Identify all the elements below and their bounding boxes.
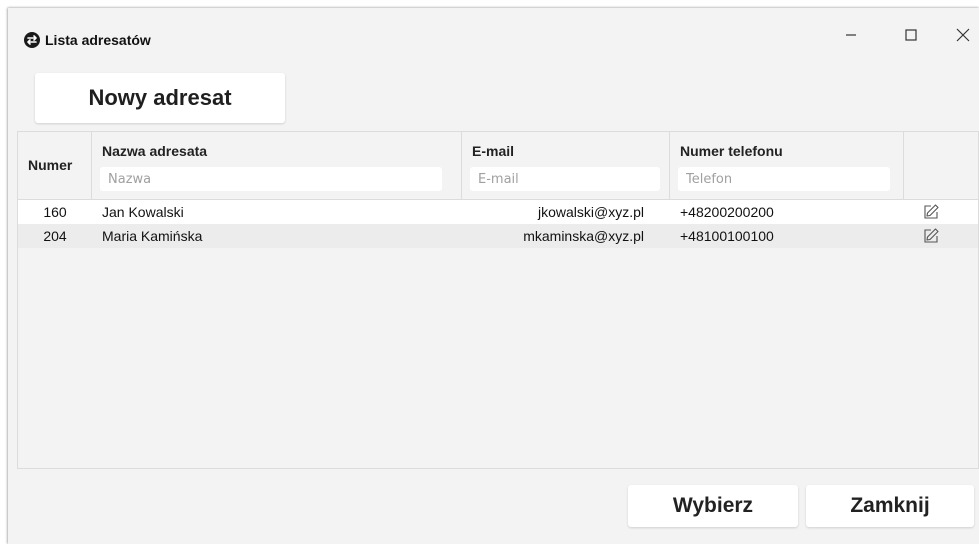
column-header-actions [904, 132, 979, 199]
name-filter-input[interactable] [100, 167, 442, 191]
cell-name: Maria Kamińska [102, 228, 203, 244]
maximize-button[interactable] [888, 20, 934, 50]
table-row[interactable]: 160 Jan Kowalski jkowalski@xyz.pl +48200… [18, 200, 978, 224]
cell-number: 204 [43, 228, 67, 244]
column-label-phone: Numer telefonu [680, 143, 783, 159]
edit-button[interactable] [904, 200, 958, 224]
edit-button[interactable] [904, 224, 958, 248]
minimize-icon [846, 34, 856, 36]
column-label-email: E-mail [472, 143, 515, 159]
table-row[interactable]: 204 Maria Kamińska mkaminska@xyz.pl +481… [18, 224, 978, 248]
title-bar: Lista adresatów [8, 8, 979, 72]
edit-icon [924, 204, 939, 219]
cell-email: mkaminska@xyz.pl [523, 228, 644, 244]
window-title: Lista adresatów [45, 32, 151, 48]
choose-button[interactable]: Wybierz [628, 485, 798, 527]
maximize-icon [905, 29, 917, 41]
cell-number: 160 [43, 204, 67, 220]
new-recipient-button[interactable]: Nowy adresat [35, 73, 285, 123]
address-list-window: Lista adresatów Nowy adresat Numer Nazwa… [8, 8, 979, 544]
swap-arrows-icon [24, 32, 40, 48]
column-header-phone[interactable]: Numer telefonu [670, 132, 904, 199]
minimize-button[interactable] [828, 20, 874, 50]
close-icon [956, 28, 970, 42]
column-header-email[interactable]: E-mail [462, 132, 670, 199]
column-label-name: Nazwa adresata [102, 143, 208, 159]
column-label-number: Numer [28, 157, 73, 173]
close-button[interactable]: Zamknij [806, 485, 974, 527]
cell-name: Jan Kowalski [102, 204, 184, 220]
column-header-name[interactable]: Nazwa adresata [92, 132, 462, 199]
edit-icon [924, 228, 939, 243]
recipients-table: Numer Nazwa adresata E-mail Numer telefo… [17, 131, 979, 469]
cell-phone: +48100100100 [680, 228, 774, 244]
table-header: Numer Nazwa adresata E-mail Numer telefo… [18, 132, 978, 200]
phone-filter-input[interactable] [678, 167, 890, 191]
cell-phone: +48200200200 [680, 204, 774, 220]
close-window-button[interactable] [940, 20, 979, 50]
column-header-number[interactable]: Numer [18, 132, 92, 199]
email-filter-input[interactable] [470, 167, 660, 191]
cell-email: jkowalski@xyz.pl [537, 204, 644, 220]
